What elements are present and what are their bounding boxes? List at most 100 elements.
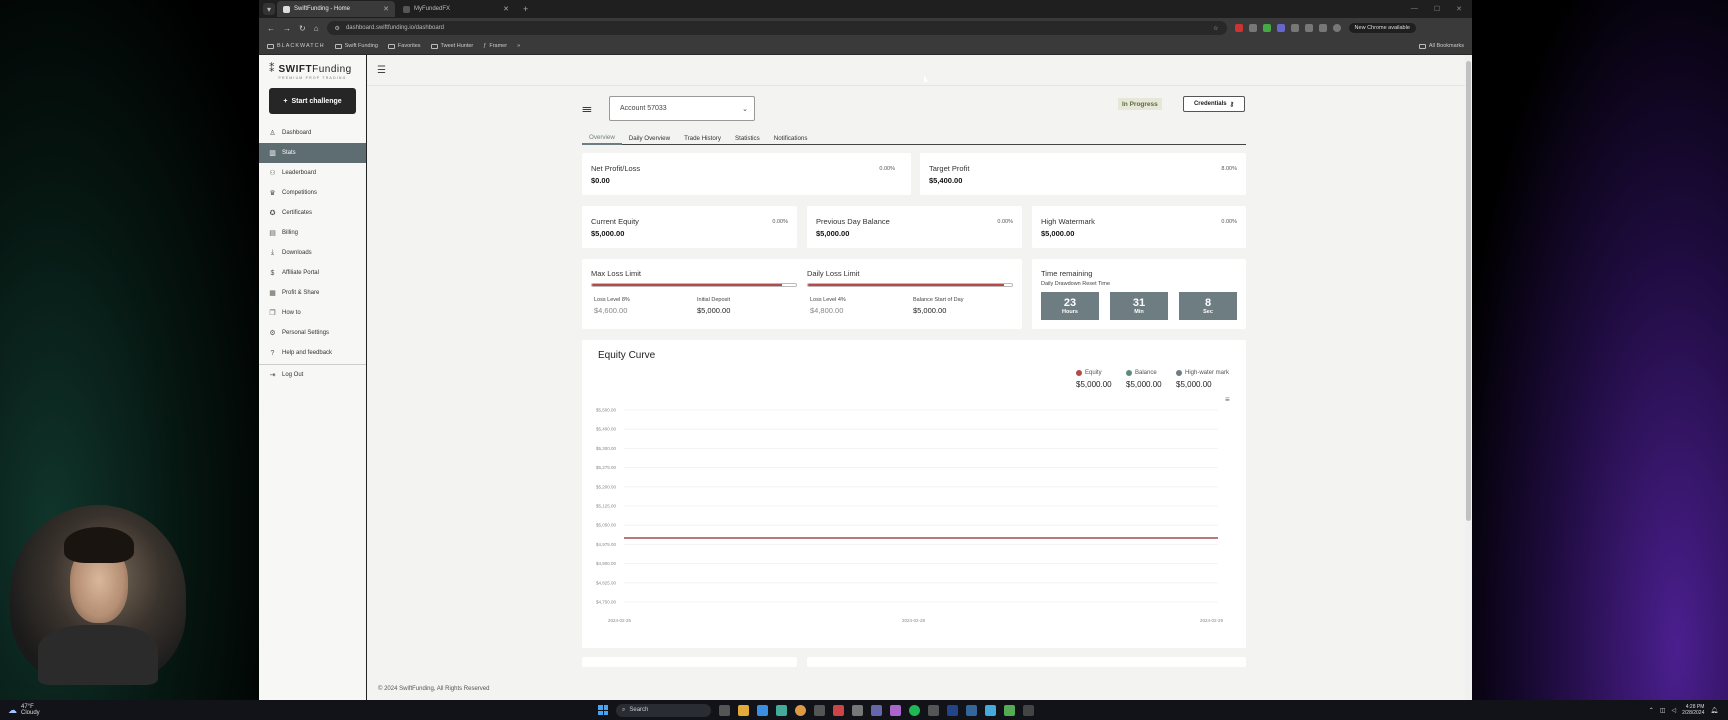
windows-start-icon[interactable] (598, 705, 608, 715)
tab-notifications[interactable]: Notifications (767, 132, 815, 145)
taskbar-app-icon[interactable] (776, 704, 787, 716)
browser-tab[interactable]: MyFundedFX ✕ (397, 1, 515, 17)
taskbar-app-icon[interactable] (947, 704, 958, 716)
sidebar-item-dashboard[interactable]: ♙ Dashboard (259, 123, 366, 143)
extension-icon[interactable] (1276, 24, 1285, 32)
close-window-icon[interactable]: ✕ (1456, 5, 1462, 13)
taskbar-app-icon[interactable] (738, 704, 749, 716)
sidebar-item-how-to[interactable]: ❐ How to (259, 303, 366, 323)
taskbar-app-icon[interactable] (1023, 704, 1034, 716)
daily-loss-level-label: Loss Level 4% (810, 297, 846, 303)
taskbar-app-icon[interactable] (814, 704, 825, 716)
sidebar-item-downloads[interactable]: ⤓ Downloads (259, 243, 366, 263)
back-icon[interactable]: ← (267, 24, 275, 33)
taskbar: ☁ 47°F Cloudy ⌕ Search ⌃ ◫ ◁ 4:28 PM 2/28/… (0, 700, 1728, 720)
site-info-icon[interactable]: ⚙ (335, 25, 340, 32)
sidebar-item-leaderboard[interactable]: ⚇ Leaderboard (259, 163, 366, 183)
sidebar-item-logout[interactable]: ⇥ Log Out (259, 365, 366, 385)
brand-logo[interactable]: ⁑ SWIFTFunding PREMIUM PROP TRADING (259, 55, 366, 88)
reload-icon[interactable]: ↻ (299, 24, 306, 33)
bookmark-item[interactable]: BLACKWATCH (267, 43, 325, 49)
extension-icon[interactable] (1248, 24, 1257, 32)
chrome-icon[interactable] (795, 704, 806, 716)
taskbar-app-icon[interactable] (852, 704, 863, 716)
loss-limits-card: Max Loss Limit Loss Level 8% $4,600.00 I… (582, 259, 1022, 329)
start-challenge-button[interactable]: + Start challenge (269, 88, 356, 114)
footer-copyright: © 2024 SwiftFunding, All Rights Reserved (378, 686, 490, 692)
close-tab-icon[interactable]: ✕ (383, 5, 389, 13)
sidepanel-icon[interactable] (1318, 24, 1327, 32)
new-tab-button[interactable]: + (517, 4, 534, 14)
browser-tab-active[interactable]: SwiftFunding - Home ✕ (277, 1, 395, 17)
taskbar-app-icon[interactable] (719, 704, 730, 716)
system-clock[interactable]: 4:28 PM 2/28/2024 (1682, 704, 1704, 716)
account-select[interactable]: Account 57033 ⌄ (609, 96, 755, 121)
all-bookmarks-button[interactable]: All Bookmarks (1418, 43, 1464, 49)
taskbar-app-icon[interactable] (890, 704, 901, 716)
tab-trade-history[interactable]: Trade History (677, 132, 728, 145)
minimize-icon[interactable]: — (1411, 5, 1418, 13)
home-icon[interactable]: ⌂ (314, 24, 319, 33)
profile-icon[interactable] (1332, 24, 1341, 32)
sidebar-item-profit-share[interactable]: ▦ Profit & Share (259, 283, 366, 303)
sidebar-item-certificates[interactable]: ✪ Certificates (259, 203, 366, 223)
update-chrome-button[interactable]: New Chrome available (1348, 23, 1416, 33)
chevron-up-icon[interactable]: ⌃ (1649, 707, 1654, 714)
url-field[interactable]: ⚙ dashboard.swiftfunding.io/dashboard ☆ (326, 21, 1227, 35)
bookmark-item[interactable]: Tweet Hunter (430, 43, 473, 49)
sidebar-item-help[interactable]: ? Help and feedback (259, 343, 366, 363)
tab-search-button[interactable]: ▾ (263, 3, 275, 15)
sidebar-item-competitions[interactable]: ♛ Competitions (259, 183, 366, 203)
forward-icon[interactable]: → (283, 24, 291, 33)
maximize-icon[interactable]: ☐ (1434, 5, 1440, 13)
bookmark-item[interactable]: Swift Funding (334, 43, 378, 49)
taskbar-app-icon[interactable] (985, 704, 996, 716)
network-icon[interactable]: ◫ (1660, 707, 1666, 714)
previous-day-balance-card: Previous Day Balance $5,000.00 0.00% (807, 206, 1022, 248)
close-tab-icon[interactable]: ✕ (503, 5, 509, 13)
candlestick-icon: 𝍢 (582, 101, 592, 115)
weather-widget[interactable]: ☁ 47°F Cloudy (8, 704, 40, 716)
scrollbar[interactable] (1465, 55, 1472, 700)
spotify-icon[interactable] (909, 704, 920, 716)
tab-overview[interactable]: Overview (582, 132, 622, 145)
extension-icon[interactable] (1234, 24, 1243, 32)
account-header: 𝍢 Account 57033 ⌄ In Progress Credential… (582, 93, 1246, 123)
folder-icon (430, 43, 438, 49)
taskbar-app-icon[interactable] (757, 704, 768, 716)
extension-icon[interactable] (1262, 24, 1271, 32)
bottom-card-right (807, 657, 1246, 667)
taskbar-app-icon[interactable] (966, 704, 977, 716)
sidebar-item-billing[interactable]: ▤ Billing (259, 223, 366, 243)
bookmark-item[interactable]: Favorites (387, 43, 421, 49)
taskbar-app-icon[interactable] (1004, 704, 1015, 716)
taskbar-app-icon[interactable] (833, 704, 844, 716)
taskbar-app-icon[interactable] (928, 704, 939, 716)
daily-loss-level-value: $4,800.00 (810, 306, 844, 315)
more-bookmarks-icon[interactable]: » (517, 43, 520, 49)
scrollbar-thumb[interactable] (1466, 61, 1471, 521)
bookmark-star-icon[interactable]: ☆ (1213, 25, 1218, 32)
menu-toggle-icon[interactable]: ☰ (377, 65, 386, 76)
credentials-button[interactable]: Credentials ⚷ (1183, 96, 1245, 112)
y-tick-label: $4,825.00 (596, 580, 617, 585)
brand-tagline: PREMIUM PROP TRADING (278, 76, 347, 80)
download-icon[interactable] (1304, 24, 1313, 32)
sidebar-item-stats[interactable]: ▥ Stats (259, 143, 366, 163)
taskbar-app-icon[interactable] (871, 704, 882, 716)
bookmark-item[interactable]: ƒ Framer (483, 43, 507, 49)
sidebar-item-personal-settings[interactable]: ⚙ Personal Settings (259, 323, 366, 343)
tab-statistics[interactable]: Statistics (728, 132, 767, 145)
sidebar-item-affiliate-portal[interactable]: $ Affiliate Portal (259, 263, 366, 283)
target-profit-card: Target Profit $5,400.00 8.00% (920, 153, 1246, 195)
desktop-background-right (1472, 0, 1728, 720)
volume-icon[interactable]: ◁ (1672, 707, 1677, 714)
taskbar-search[interactable]: ⌕ Search (616, 703, 711, 717)
tab-daily-overview[interactable]: Daily Overview (622, 132, 677, 145)
max-loss-level-value: $4,600.00 (594, 306, 628, 315)
initial-deposit-label: Initial Deposit (697, 297, 731, 303)
x-tick-label: 2024-02-29 (1200, 618, 1224, 623)
notification-bell-icon[interactable]: 🔔︎ (1710, 707, 1718, 714)
extension-icon[interactable] (1290, 24, 1299, 32)
folder-icon (334, 43, 342, 49)
